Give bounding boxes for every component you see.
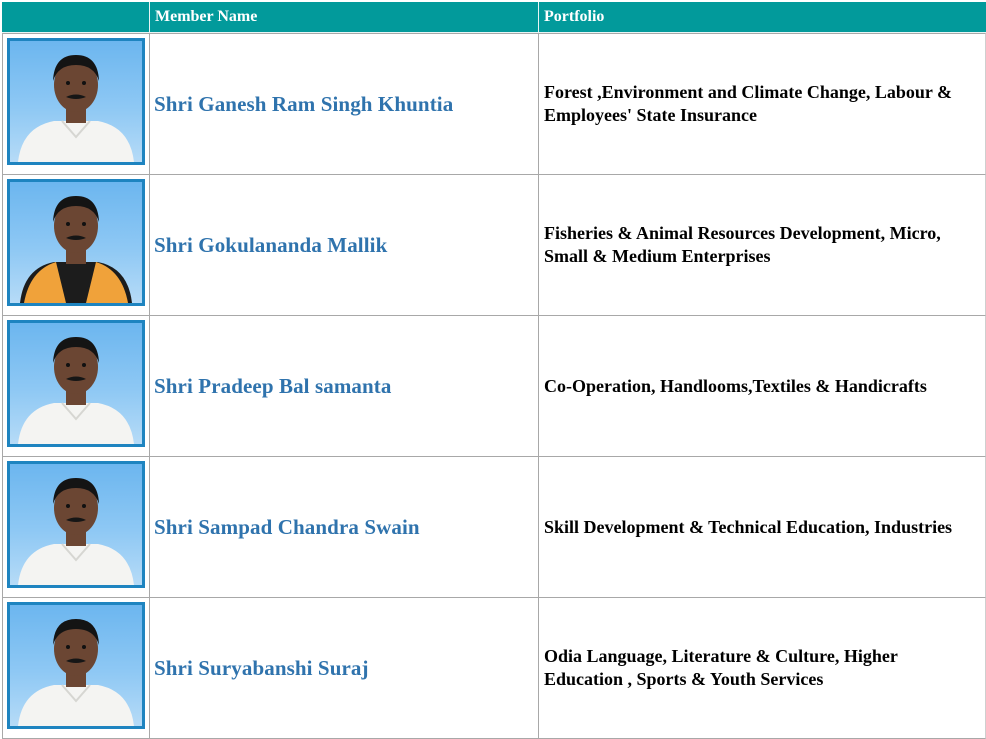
eye-right <box>82 222 86 226</box>
header-member-name: Member Name <box>150 2 539 33</box>
portfolio-text: Odia Language, Literature & Culture, Hig… <box>544 646 898 689</box>
portfolio-text: Skill Development & Technical Education,… <box>544 516 953 537</box>
shirt-shape <box>18 685 134 726</box>
eye-right <box>82 81 86 85</box>
person-photo-icon <box>20 196 132 303</box>
person-photo-icon <box>18 55 134 162</box>
table-row: Shri Pradeep Bal samanta Co-Operation, H… <box>2 316 986 457</box>
member-name-link[interactable]: Shri Gokulananda Mallik <box>154 233 387 257</box>
member-name-link[interactable]: Shri Suryabanshi Suraj <box>154 656 369 680</box>
name-cell: Shri Pradeep Bal samanta <box>150 316 539 457</box>
person-photo-icon <box>18 337 134 444</box>
eye-left <box>66 222 70 226</box>
eye-left <box>66 363 70 367</box>
name-cell: Shri Ganesh Ram Singh Khuntia <box>150 33 539 175</box>
member-photo[interactable] <box>7 38 145 165</box>
ministers-table: Member Name Portfolio Shri Ganesh Ram Si… <box>2 2 986 739</box>
portfolio-text: Fisheries & Animal Resources Development… <box>544 223 941 266</box>
portfolio-text: Forest ,Environment and Climate Change, … <box>544 82 953 125</box>
table-header-row: Member Name Portfolio <box>2 2 986 33</box>
eye-left <box>66 81 70 85</box>
member-photo[interactable] <box>7 179 145 306</box>
name-cell: Shri Sampad Chandra Swain <box>150 457 539 598</box>
photo-cell <box>2 457 150 598</box>
header-portfolio: Portfolio <box>539 2 986 33</box>
photo-cell <box>2 316 150 457</box>
header-photo <box>2 2 150 33</box>
member-name-link[interactable]: Shri Sampad Chandra Swain <box>154 515 420 539</box>
shirt-shape <box>18 403 134 444</box>
shirt-shape <box>18 544 134 585</box>
person-photo-icon <box>18 619 134 726</box>
eye-left <box>66 645 70 649</box>
portfolio-text: Co-Operation, Handlooms,Textiles & Handi… <box>544 375 927 396</box>
member-photo[interactable] <box>7 602 145 729</box>
eye-right <box>82 363 86 367</box>
portfolio-cell: Fisheries & Animal Resources Development… <box>539 175 986 316</box>
member-name-link[interactable]: Shri Ganesh Ram Singh Khuntia <box>154 92 453 116</box>
photo-cell <box>2 175 150 316</box>
table-row: Shri Sampad Chandra Swain Skill Developm… <box>2 457 986 598</box>
member-photo[interactable] <box>7 461 145 588</box>
portfolio-cell: Skill Development & Technical Education,… <box>539 457 986 598</box>
table-row: Shri Gokulananda Mallik Fisheries & Anim… <box>2 175 986 316</box>
table-row: Shri Ganesh Ram Singh Khuntia Forest ,En… <box>2 33 986 175</box>
name-cell: Shri Gokulananda Mallik <box>150 175 539 316</box>
ministers-table-container: Member Name Portfolio Shri Ganesh Ram Si… <box>2 2 986 739</box>
person-photo-icon <box>18 478 134 585</box>
portfolio-cell: Co-Operation, Handlooms,Textiles & Handi… <box>539 316 986 457</box>
eye-right <box>82 645 86 649</box>
shirt-shape <box>18 121 134 162</box>
portfolio-cell: Forest ,Environment and Climate Change, … <box>539 33 986 175</box>
eye-right <box>82 504 86 508</box>
member-photo[interactable] <box>7 320 145 447</box>
eye-left <box>66 504 70 508</box>
member-name-link[interactable]: Shri Pradeep Bal samanta <box>154 374 392 398</box>
photo-cell <box>2 33 150 175</box>
